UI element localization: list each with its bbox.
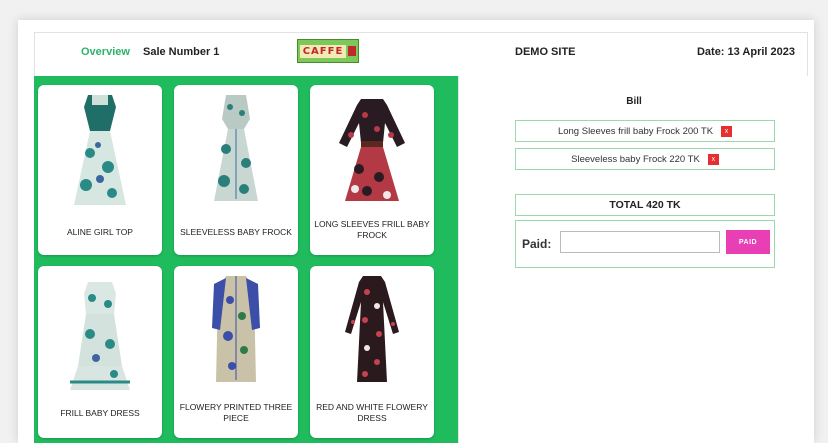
product-card[interactable]: ALINE GIRL TOP bbox=[38, 85, 162, 255]
dress-image bbox=[70, 282, 130, 390]
site-name: DEMO SITE bbox=[515, 46, 576, 58]
product-label: ALINE GIRL TOP bbox=[67, 227, 133, 237]
dress-image bbox=[212, 276, 260, 382]
product-label: SLEEVELESS BABY FROCK bbox=[180, 227, 292, 237]
product-label: FLOWERY PRINTED THREE PIECE bbox=[179, 402, 293, 423]
nav-overview-link[interactable]: Overview bbox=[81, 46, 130, 58]
bill-total: TOTAL 420 TK bbox=[515, 194, 775, 216]
top-bar: Overview Sale Number 1 CAFFE DEMO SITE D… bbox=[34, 32, 808, 76]
dress-image bbox=[345, 276, 399, 382]
remove-item-button[interactable]: x bbox=[707, 153, 719, 165]
product-image bbox=[174, 270, 298, 394]
payment-box: Paid: PAID bbox=[515, 220, 775, 268]
bill-line-item: Sleeveless baby Frock 220 TK x bbox=[515, 148, 775, 170]
paid-label: Paid: bbox=[522, 237, 552, 251]
bill-line-item: Long Sleeves frill baby Frock 200 TK x bbox=[515, 120, 775, 142]
dress-image bbox=[214, 95, 258, 201]
product-card[interactable]: LONG SLEEVES FRILL BABY FROCK bbox=[310, 85, 434, 255]
product-image bbox=[310, 89, 434, 213]
product-image bbox=[310, 270, 434, 394]
paid-button[interactable]: PAID bbox=[726, 230, 770, 254]
product-image bbox=[38, 274, 162, 398]
paid-amount-input[interactable] bbox=[560, 231, 720, 253]
product-card[interactable]: SLEEVELESS BABY FROCK bbox=[174, 85, 298, 255]
dress-image bbox=[339, 99, 405, 201]
product-image bbox=[174, 89, 298, 213]
logo-mark-icon bbox=[348, 46, 357, 56]
logo-text: CAFFE bbox=[299, 44, 347, 58]
caffe-logo: CAFFE bbox=[297, 39, 359, 63]
product-card[interactable]: RED AND WHITE FLOWERY DRESS bbox=[310, 266, 434, 438]
bill-line-text: Sleeveless baby Frock 220 TK bbox=[571, 153, 700, 165]
product-label: FRILL BABY DRESS bbox=[60, 408, 140, 418]
bill-line-text: Long Sleeves frill baby Frock 200 TK bbox=[557, 125, 714, 137]
product-label: LONG SLEEVES FRILL BABY FROCK bbox=[314, 219, 430, 240]
product-label: RED AND WHITE FLOWERY DRESS bbox=[316, 402, 428, 423]
remove-item-button[interactable]: x bbox=[721, 125, 733, 137]
app-frame: Overview Sale Number 1 CAFFE DEMO SITE D… bbox=[18, 20, 814, 443]
dress-image bbox=[74, 95, 126, 205]
product-card[interactable]: FRILL BABY DRESS bbox=[38, 266, 162, 438]
bill-panel: Bill Long Sleeves frill baby Frock 200 T… bbox=[458, 76, 808, 443]
product-image bbox=[38, 89, 162, 213]
sale-number: Sale Number 1 bbox=[143, 46, 220, 58]
product-grid-panel: ALINE GIRL TOP SLEEVELESS BABY FROCK LON… bbox=[34, 76, 458, 443]
product-card[interactable]: FLOWERY PRINTED THREE PIECE bbox=[174, 266, 298, 438]
date-label: Date: 13 April 2023 bbox=[696, 46, 795, 58]
bill-title: Bill bbox=[626, 96, 642, 107]
